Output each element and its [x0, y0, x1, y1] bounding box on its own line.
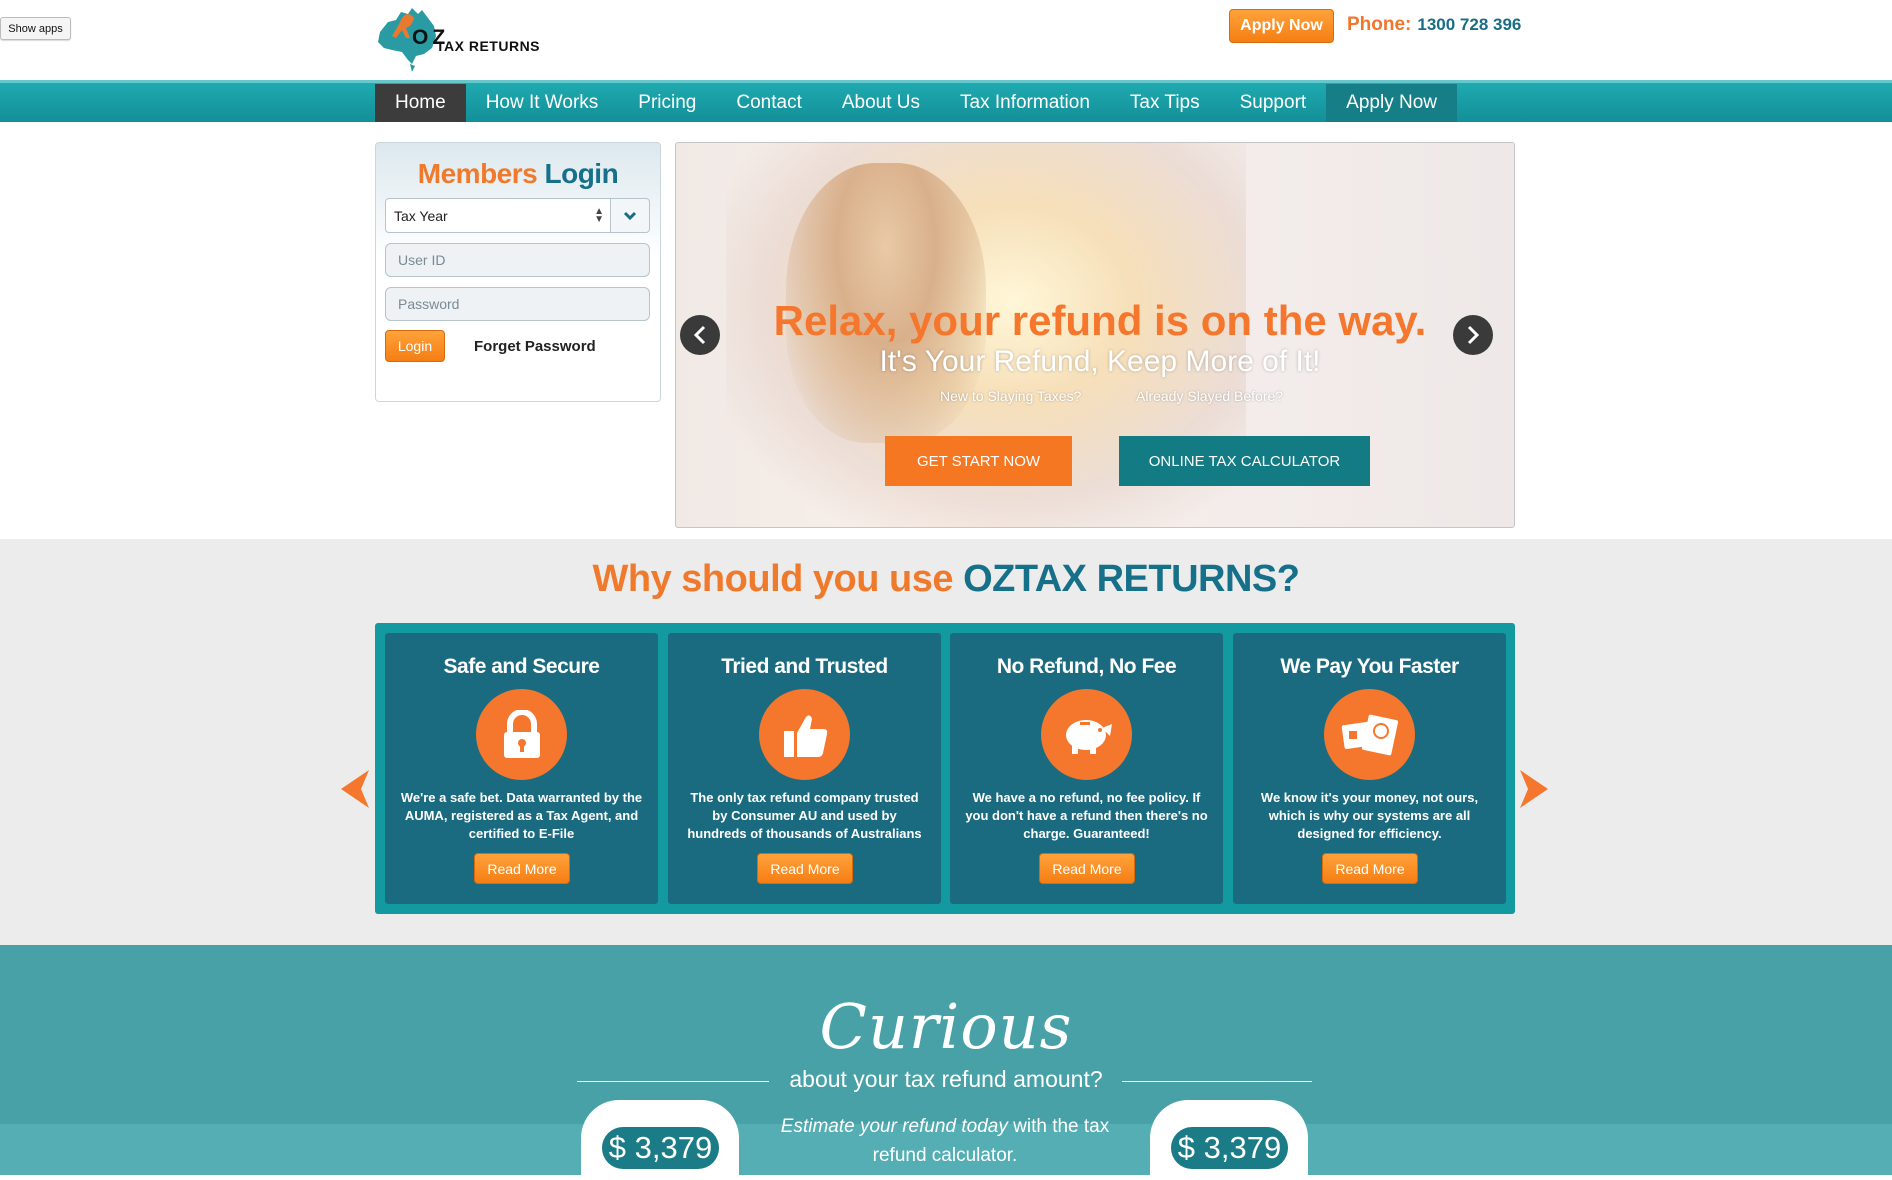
show-apps-button[interactable]: Show apps — [0, 17, 71, 40]
feature-card: No Refund, No Fee We have a no refund, n… — [950, 633, 1223, 904]
nav-item-about-us[interactable]: About Us — [822, 84, 940, 122]
nav-item-support[interactable]: Support — [1220, 84, 1327, 122]
read-more-button[interactable]: Read More — [474, 853, 570, 884]
refund-amount: $ 3,379 — [602, 1127, 719, 1169]
select-updown-icon: ▲ ▼ — [594, 206, 604, 225]
hero-next-button[interactable] — [1453, 315, 1493, 355]
nav-item-pricing[interactable]: Pricing — [618, 84, 716, 122]
refund-amount: $ 3,379 — [1171, 1127, 1288, 1169]
login-title-login: Login — [544, 158, 619, 189]
phone-contact: Phone: 1300 728 396 — [1347, 14, 1521, 36]
tax-year-dropdown-button[interactable] — [610, 198, 650, 233]
nav-item-home[interactable]: Home — [375, 84, 466, 122]
feature-card-text: We're a safe bet. Data warranted by the … — [400, 790, 643, 841]
thumbs-up-icon — [759, 689, 850, 780]
get-start-now-button[interactable]: GET START NOW — [885, 436, 1072, 486]
feature-card-text: We have a no refund, no fee policy. If y… — [965, 790, 1208, 841]
why-title: Why should you use OZTAX RETURNS? — [0, 558, 1892, 601]
apply-now-button[interactable]: Apply Now — [1229, 9, 1334, 43]
feature-card-title: We Pay You Faster — [1280, 655, 1459, 678]
feature-card-text: We know it's your money, not ours, which… — [1260, 790, 1479, 841]
feature-card: We Pay You Faster We know it's your mone… — [1233, 633, 1506, 904]
phone-label: Phone: — [1347, 14, 1412, 35]
login-title-members: Members — [417, 158, 538, 189]
lock-icon — [476, 689, 567, 780]
chevron-right-icon — [1467, 325, 1480, 345]
password-field[interactable]: Password — [385, 287, 650, 321]
nav-item-apply-now[interactable]: Apply Now — [1326, 84, 1457, 122]
user-id-field[interactable]: User ID — [385, 243, 650, 277]
feature-card: Tried and Trusted The only tax refund co… — [668, 633, 941, 904]
passport-icon — [1324, 689, 1415, 780]
refund-amount-card: $ 3,379 — [581, 1100, 739, 1180]
hero-subtitle: It's Your Refund, Keep More of It! — [879, 345, 1321, 378]
main-nav: Home How It Works Pricing Contact About … — [375, 84, 1457, 122]
feature-card: Safe and Secure We're a safe bet. Data w… — [385, 633, 658, 904]
chevron-down-icon — [623, 211, 637, 220]
why-title-lead: Why should you use — [592, 558, 954, 600]
nav-item-tax-information[interactable]: Tax Information — [940, 84, 1110, 122]
hero-prev-button[interactable] — [680, 315, 720, 355]
curious-subheading: about your tax refund amount? — [789, 1066, 1103, 1092]
chevron-left-icon — [693, 325, 706, 345]
chevron-left-icon — [341, 770, 369, 808]
site-logo[interactable]: OZ TAX RETURNS — [374, 4, 544, 74]
refund-amount-card: $ 3,379 — [1150, 1100, 1308, 1180]
tax-year-value: Tax Year — [394, 207, 448, 224]
read-more-button[interactable]: Read More — [1322, 853, 1418, 884]
feature-card-title: Safe and Secure — [443, 655, 600, 678]
estimate-emphasis: Estimate your refund today — [780, 1116, 1008, 1137]
logo-text: TAX RETURNS — [436, 38, 541, 54]
tax-year-select[interactable]: Tax Year ▲ ▼ — [385, 198, 611, 233]
curious-heading: Curious — [819, 990, 1073, 1063]
online-tax-calculator-button[interactable]: ONLINE TAX CALCULATOR — [1119, 436, 1370, 486]
read-more-button[interactable]: Read More — [757, 853, 853, 884]
login-button[interactable]: Login — [385, 330, 445, 362]
phone-number[interactable]: 1300 728 396 — [1417, 15, 1521, 34]
hero-new-label: New to Slaying Taxes? — [940, 388, 1082, 404]
nav-item-how-it-works[interactable]: How It Works — [466, 84, 619, 122]
forget-password-link[interactable]: Forget Password — [474, 338, 596, 355]
piggy-bank-icon — [1041, 689, 1132, 780]
why-title-brand: OZTAX RETURNS? — [963, 558, 1300, 600]
hero-title: Relax, your refund is on the way. — [773, 297, 1427, 344]
features-next-arrow[interactable] — [1516, 766, 1556, 817]
login-title: Members Login — [375, 158, 661, 190]
nav-item-tax-tips[interactable]: Tax Tips — [1110, 84, 1220, 122]
feature-card-text: The only tax refund company trusted by C… — [687, 790, 922, 841]
nav-item-contact[interactable]: Contact — [716, 84, 821, 122]
feature-card-title: No Refund, No Fee — [996, 655, 1177, 678]
read-more-button[interactable]: Read More — [1039, 853, 1135, 884]
hero-already-label: Already Slayed Before? — [1136, 388, 1284, 404]
features-prev-arrow[interactable] — [333, 766, 373, 817]
chevron-right-icon — [1520, 770, 1548, 808]
feature-card-title: Tried and Trusted — [721, 655, 888, 678]
curious-estimate-text: Estimate your refund today with the tax … — [770, 1112, 1120, 1170]
